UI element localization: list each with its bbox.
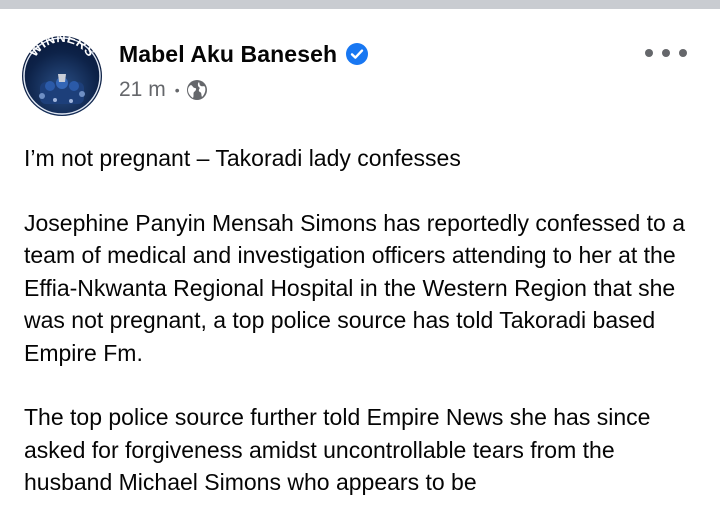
globe-icon[interactable]: [186, 79, 208, 101]
more-options-button[interactable]: [645, 39, 687, 67]
post-headline: I’m not pregnant – Takoradi lady confess…: [24, 145, 461, 171]
svg-text:WINNERS: WINNERS: [26, 36, 99, 60]
avatar-text: WINNERS: [26, 36, 98, 60]
feed-divider: [0, 0, 720, 9]
post-body: I’m not pregnant – Takoradi lady confess…: [24, 142, 696, 531]
post-header: Mabel Aku Baneseh: [119, 39, 369, 69]
more-dot-icon: [645, 49, 653, 57]
post-meta: 21 m •: [119, 76, 208, 104]
post-timestamp[interactable]: 21 m: [119, 78, 166, 102]
avatar[interactable]: WINNERS: [22, 36, 102, 116]
more-dot-icon: [679, 49, 687, 57]
post-paragraph: The top police source further told Empir…: [24, 404, 651, 495]
meta-separator: •: [174, 82, 180, 98]
post-card: WINNERS Mabel Aku Baneseh 21 m • I’m not…: [0, 9, 720, 495]
more-dot-icon: [662, 49, 670, 57]
post-paragraph: Josephine Panyin Mensah Simons has repor…: [24, 209, 686, 366]
verified-badge-icon: [345, 42, 369, 66]
author-name[interactable]: Mabel Aku Baneseh: [119, 41, 337, 68]
